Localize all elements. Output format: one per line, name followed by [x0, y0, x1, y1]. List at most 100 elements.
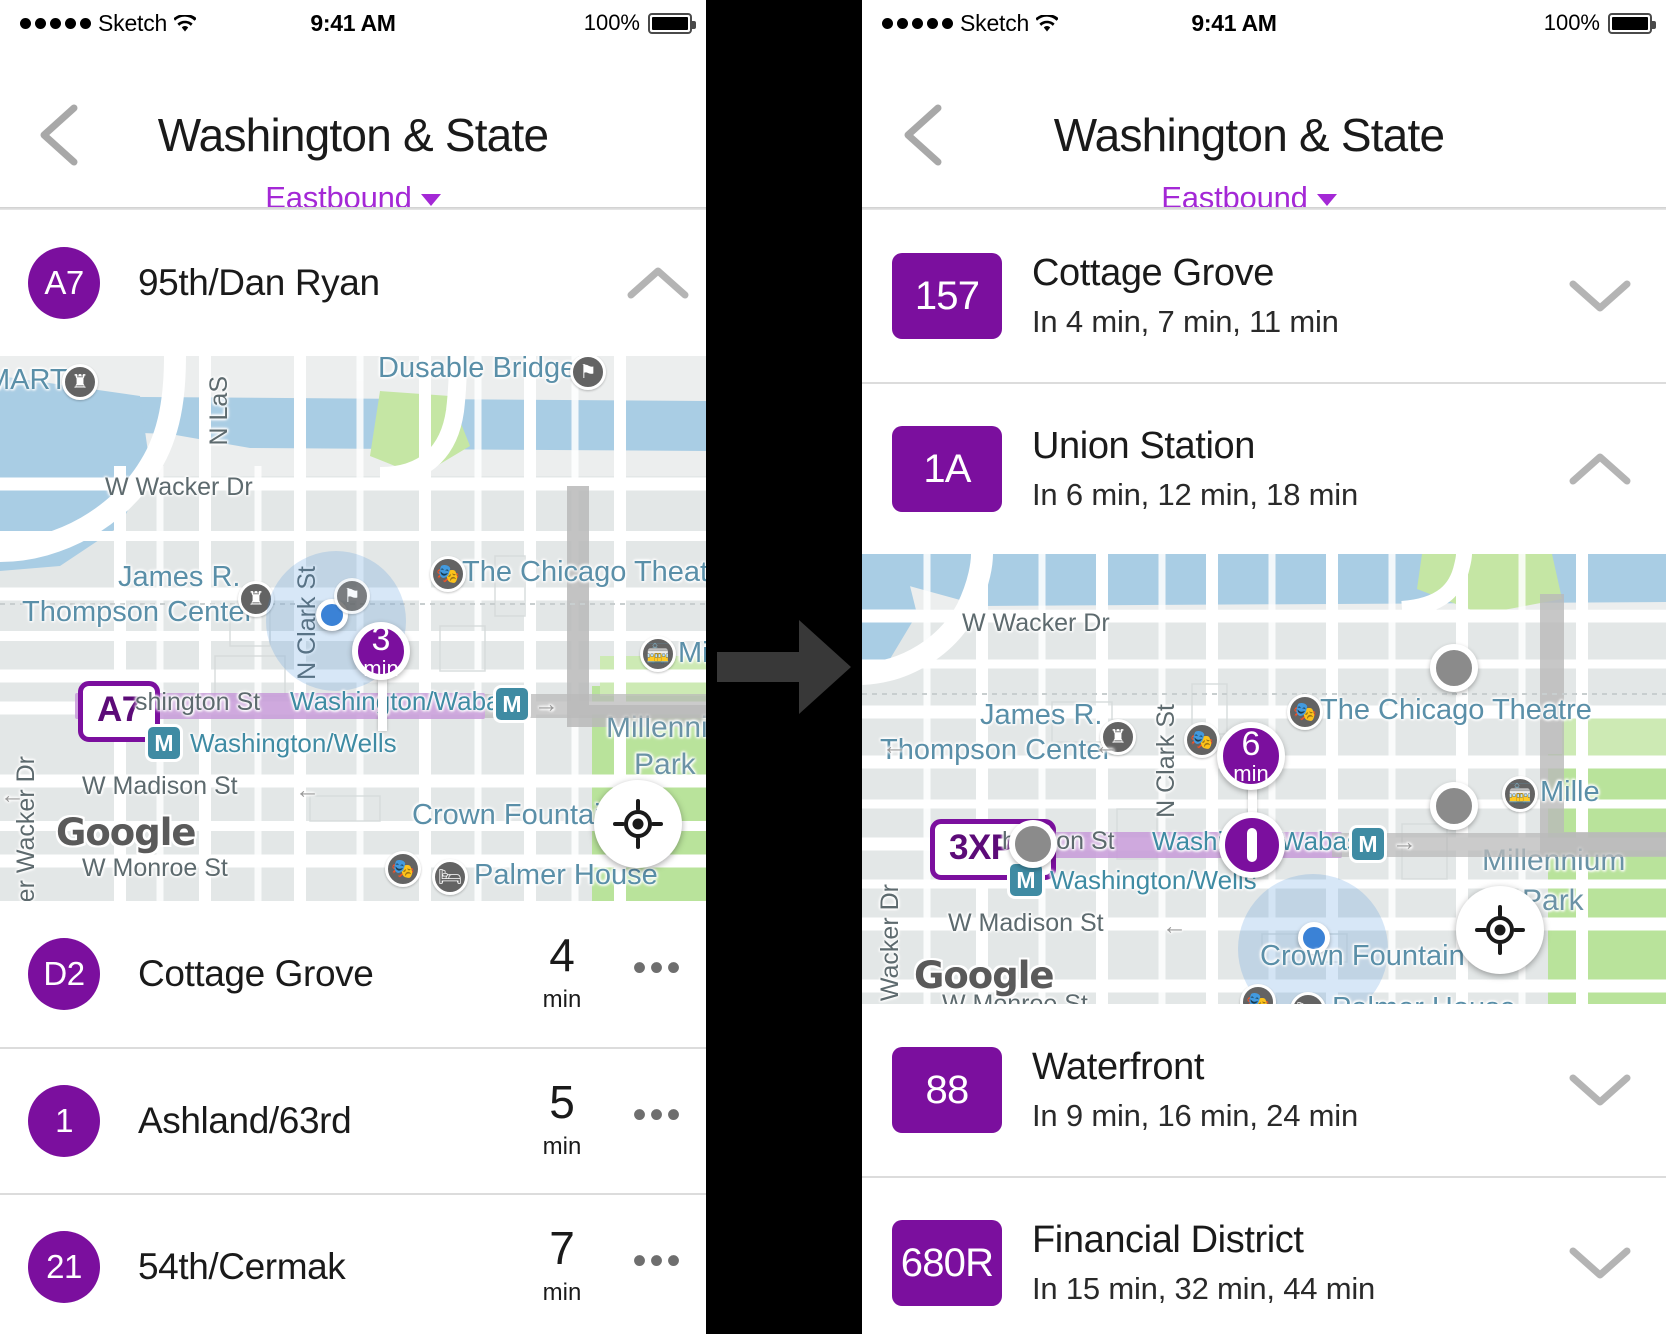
status-bar-right: 100% [1544, 0, 1656, 46]
arrival-times-label: In 15 min, 32 min, 44 min [1032, 1270, 1376, 1306]
page-title: Washington & State [1053, 109, 1445, 161]
map-arrow-label: → [1392, 828, 1417, 856]
status-bar: Sketch 9:41 AM 100% [0, 0, 706, 46]
destination-label: Financial District [1032, 1219, 1304, 1262]
poi-theatre-icon: 🎭 [430, 556, 466, 592]
list-item-right [610, 263, 706, 303]
battery-full-icon [1608, 12, 1656, 34]
list-item-right: 7 min ••• [514, 1222, 706, 1307]
eta-value: 4 [549, 929, 575, 982]
poi-transit-icon: 🚋 [1502, 776, 1538, 812]
vehicle-marker-bar [1247, 828, 1257, 862]
map-label: W Monroe St [82, 854, 228, 882]
google-logo: Google [56, 811, 196, 854]
collapse-button[interactable] [1534, 449, 1666, 489]
map-view-right[interactable]: W Wacker Dr James R. Thompson Center ♜ 🎭… [862, 554, 1666, 1004]
list-item[interactable]: 21 54th/Cermak 7 min ••• [0, 1193, 706, 1334]
arrival-times-label: In 9 min, 16 min, 24 min [1032, 1097, 1359, 1133]
arrow-right-icon [717, 620, 851, 714]
transit-stop-marker[interactable] [1430, 644, 1478, 692]
metro-sign-icon: M [1352, 828, 1384, 860]
collapse-button[interactable] [610, 263, 706, 303]
list-item[interactable]: 680R Financial District In 15 min, 32 mi… [862, 1176, 1666, 1334]
locate-me-button[interactable] [1456, 886, 1544, 974]
map-label: The Chicago Theatre [1320, 694, 1592, 726]
chevron-up-icon [1569, 453, 1631, 485]
map-label: Crown Fountain [412, 799, 617, 831]
map-label: Park [634, 748, 696, 781]
locate-me-button[interactable] [594, 780, 682, 868]
metro-sign-icon: M [1010, 864, 1042, 896]
chevron-up-icon [627, 267, 689, 299]
map-label: Thompson Center [22, 596, 255, 628]
metro-sign-icon: M [148, 727, 180, 759]
more-horizontal-icon[interactable]: ••• [610, 1095, 706, 1135]
map-label: Wacker Dr [876, 884, 904, 1002]
caret-down-icon [1316, 194, 1337, 206]
eta-value: 7 [549, 1222, 575, 1275]
list-item[interactable]: 157 Cottage Grove In 4 min, 7 min, 11 mi… [862, 210, 1666, 382]
more-horizontal-icon[interactable]: ••• [610, 948, 706, 988]
list-item-expanded[interactable]: A7 95th/Dan Ryan [0, 210, 706, 356]
poi-hotel-icon: 🛏 [432, 859, 468, 895]
vehicle-marker[interactable] [1219, 812, 1285, 878]
route-badge: 1 [28, 1085, 100, 1157]
chevron-down-icon [1569, 1247, 1631, 1279]
map-label: W Wacker Dr [105, 473, 253, 501]
list-item[interactable]: D2 Cottage Grove 4 min ••• [0, 901, 706, 1047]
eta-unit: min [1233, 761, 1269, 786]
list-item-text: Union Station In 6 min, 12 min, 18 min [1032, 425, 1358, 513]
map-label: Washington/Wabash [290, 686, 528, 716]
map-label: W Madison St [82, 772, 238, 800]
route-badge: 88 [892, 1047, 1002, 1133]
poi-museum-icon: ♜ [62, 364, 98, 400]
list-item[interactable]: 88 Waterfront In 9 min, 16 min, 24 min [862, 1004, 1666, 1176]
list-item-right: 5 min ••• [514, 1079, 706, 1161]
destination-label: 54th/Cermak [138, 1246, 346, 1287]
eta-bubble[interactable]: 3 min [352, 622, 410, 680]
map-label: Washington/Wells [190, 728, 397, 758]
map-label: Palmer House [1332, 992, 1516, 1004]
destination-label: 95th/Dan Ryan [138, 262, 380, 303]
destination-label: Ashland/63rd [138, 1100, 352, 1141]
map-view-left[interactable]: MART ♜ Dusable Bridge ⚑ N LaS W Wacker D… [0, 356, 706, 901]
destination-label: Cottage Grove [1032, 252, 1274, 295]
map-arrow-label: ← [1162, 912, 1187, 940]
eta-unit: min [542, 985, 582, 1013]
screenshot-stage: Sketch 9:41 AM 100% Washington & State E… [0, 0, 1666, 1334]
more-horizontal-icon[interactable]: ••• [610, 1241, 706, 1281]
eta-unit: min [542, 1278, 582, 1306]
list-item-right: 4 min ••• [514, 929, 706, 1014]
transit-stop-marker[interactable] [1009, 820, 1057, 868]
map-label: W Wacker Dr [962, 609, 1110, 637]
poi-icon: ⚑ [334, 578, 370, 614]
expand-button[interactable] [1534, 1243, 1666, 1283]
status-bar-right: 100% [584, 0, 696, 46]
eta-value: 6 [1241, 725, 1261, 763]
map-label: er Wacker Dr [12, 756, 40, 901]
map-label: Thompson Center [880, 734, 1113, 766]
expand-button[interactable] [1534, 1070, 1666, 1110]
map-label: Mille [1540, 776, 1600, 808]
route-badge: 680R [892, 1220, 1002, 1306]
map-label: W Madison St [948, 909, 1104, 937]
nav-bar: Washington & State Eastbound [0, 46, 706, 215]
status-bar: Sketch 9:41 AM 100% [862, 0, 1666, 46]
map-arrow-label: → [534, 690, 559, 718]
phone-screen-before: Sketch 9:41 AM 100% Washington & State E… [0, 0, 706, 1334]
eta-value: 3 [371, 620, 391, 658]
metro-sign-icon: M [496, 688, 528, 720]
map-label: shington St [135, 688, 261, 716]
eta-unit: min [542, 1132, 582, 1160]
eta-bubble[interactable]: 6 min [1217, 722, 1285, 790]
list-item-expanded[interactable]: 1A Union Station In 6 min, 12 min, 18 mi… [862, 382, 1666, 554]
route-badge: D2 [28, 938, 100, 1010]
transit-stop-marker[interactable] [1430, 782, 1478, 830]
map-label: The Chicago Theatre [462, 556, 706, 588]
caret-down-icon [420, 194, 441, 206]
expand-button[interactable] [1534, 276, 1666, 316]
poi-theatre-icon: 🎭 [1287, 694, 1323, 730]
destination-label: Waterfront [1032, 1046, 1204, 1089]
list-item[interactable]: 1 Ashland/63rd 5 min ••• [0, 1047, 706, 1193]
eta-display: 7 min [514, 1222, 610, 1307]
